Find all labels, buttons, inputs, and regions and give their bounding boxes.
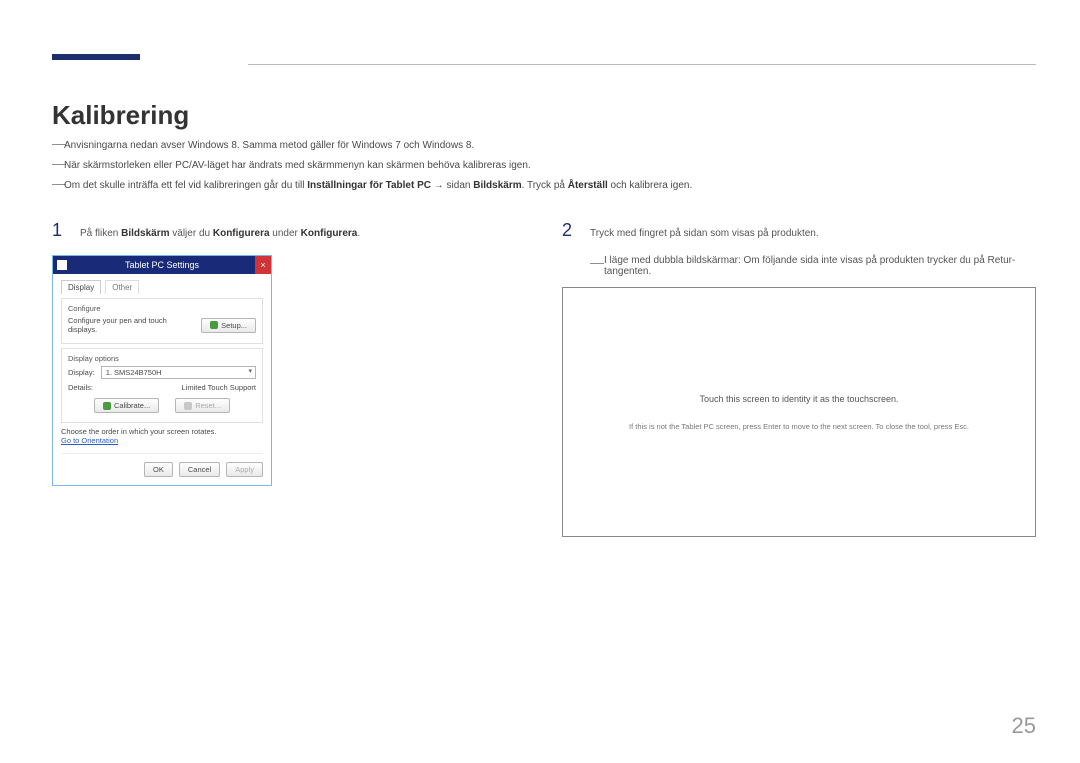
apply-button[interactable]: Apply: [226, 462, 263, 477]
display-options-group: Display options Display: 1. SMS24B750H D…: [61, 348, 263, 423]
gear-icon: [210, 321, 218, 329]
text-bold: Bildskärm: [473, 180, 521, 191]
text-bold: Bildskärm: [121, 228, 169, 239]
page-title: Kalibrering: [52, 100, 189, 131]
text: väljer du: [170, 228, 213, 239]
configure-group: Configure Configure your pen and touch d…: [61, 298, 263, 344]
text: → sidan: [431, 180, 473, 191]
dash-icon: ―: [590, 255, 602, 277]
tab-display[interactable]: Display: [61, 280, 101, 294]
dual-monitor-note: ― I läge med dubbla bildskärmar: Om följ…: [590, 255, 1036, 277]
dialog-title-text: Tablet PC Settings: [125, 260, 199, 270]
text: Om det skulle inträffa ett fel vid kalib…: [64, 180, 307, 191]
display-label: Display:: [68, 368, 95, 377]
step-2-text: Tryck med fingret på sidan som visas på …: [590, 228, 819, 239]
text-bold: Konfigurera: [301, 228, 358, 239]
step-number-1: 1: [52, 220, 66, 241]
details-label: Details:: [68, 383, 93, 392]
intro-line-2: När skärmstorleken eller PC/AV-läget har…: [64, 156, 531, 175]
orientation-block: Choose the order in which your screen ro…: [61, 427, 263, 445]
setup-button[interactable]: Setup...: [201, 318, 256, 333]
text: under: [270, 228, 301, 239]
intro-line-1: Anvisningarna nedan avser Windows 8. Sam…: [64, 136, 474, 155]
column-left: 1 På fliken Bildskärm väljer du Konfigur…: [52, 220, 526, 537]
text: och kalibrera igen.: [608, 180, 693, 191]
text-bold: Återställ: [568, 180, 608, 191]
chapter-accent: [52, 54, 140, 60]
go-to-orientation-link[interactable]: Go to Orientation: [61, 436, 118, 445]
reset-button-label: Reset...: [195, 401, 221, 410]
close-icon[interactable]: ×: [255, 256, 271, 274]
text: På fliken: [80, 228, 121, 239]
dual-monitor-note-text: I läge med dubbla bildskärmar: Om följan…: [604, 255, 1036, 277]
step-2-heading: 2 Tryck med fingret på sidan som visas p…: [562, 220, 1036, 241]
page-number: 25: [1012, 713, 1036, 739]
step-1-text: På fliken Bildskärm väljer du Konfigurer…: [80, 228, 360, 239]
cancel-button[interactable]: Cancel: [179, 462, 220, 477]
text: . Tryck på: [522, 180, 568, 191]
orientation-text: Choose the order in which your screen ro…: [61, 427, 263, 436]
text: .: [357, 228, 360, 239]
tablet-pc-settings-dialog: Tablet PC Settings × Display Other Confi…: [52, 255, 272, 486]
text-bold: Inställningar för Tablet PC: [307, 180, 431, 191]
configure-label: Configure: [68, 304, 256, 313]
dialog-body: Display Other Configure Configure your p…: [53, 274, 271, 485]
two-column-layout: 1 På fliken Bildskärm väljer du Konfigur…: [52, 220, 1036, 537]
dialog-tabs: Display Other: [61, 280, 263, 294]
touch-main-text: Touch this screen to identity it as the …: [699, 394, 898, 404]
details-value: Limited Touch Support: [182, 383, 257, 392]
tab-other[interactable]: Other: [105, 280, 139, 294]
ok-button[interactable]: OK: [144, 462, 173, 477]
dash-icon: ―: [52, 176, 64, 195]
step-number-2: 2: [562, 220, 576, 241]
touch-identify-screen: Touch this screen to identity it as the …: [562, 287, 1036, 537]
touch-sub-text: If this is not the Tablet PC screen, pre…: [629, 422, 969, 431]
calibrate-button-label: Calibrate...: [114, 401, 150, 410]
dash-icon: ―: [52, 156, 64, 175]
window-icon: [57, 260, 67, 270]
dialog-button-row: OK Cancel Apply: [61, 453, 263, 477]
target-icon: [103, 402, 111, 410]
reset-button[interactable]: Reset...: [175, 398, 230, 413]
dash-icon: ―: [52, 136, 64, 155]
intro-line-3: Om det skulle inträffa ett fel vid kalib…: [64, 176, 692, 195]
dialog-titlebar: Tablet PC Settings ×: [53, 256, 271, 274]
calibrate-button[interactable]: Calibrate...: [94, 398, 159, 413]
step-1-heading: 1 På fliken Bildskärm väljer du Konfigur…: [52, 220, 526, 241]
text-bold: Konfigurera: [213, 228, 270, 239]
header-rule: [248, 64, 1036, 65]
reset-icon: [184, 402, 192, 410]
display-options-label: Display options: [68, 354, 256, 363]
configure-description: Configure your pen and touch displays.: [68, 316, 178, 334]
display-select[interactable]: 1. SMS24B750H: [101, 366, 256, 379]
intro-block: ―Anvisningarna nedan avser Windows 8. Sa…: [52, 136, 1036, 196]
column-right: 2 Tryck med fingret på sidan som visas p…: [562, 220, 1036, 537]
setup-button-label: Setup...: [221, 321, 247, 330]
